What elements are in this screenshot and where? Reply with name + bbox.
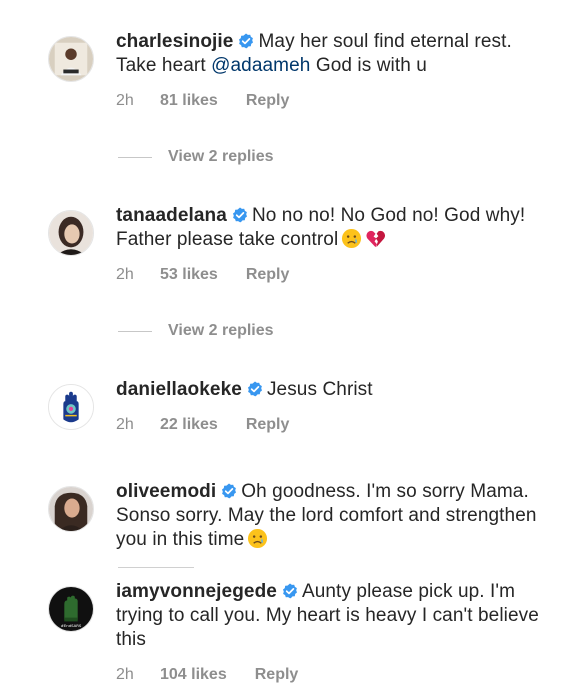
reply-button[interactable]: Reply [246,415,290,435]
avatar[interactable] [48,486,94,532]
verified-badge-icon [238,33,254,49]
comment-body-end: God is with u [310,55,427,76]
verified-badge-icon [247,381,263,397]
svg-text:#EndSARS: #EndSARS [61,623,82,628]
comment-meta: 2h 81 likes Reply [116,91,556,111]
crying-face-emoji-icon [247,528,268,549]
replies-divider [118,156,152,158]
likes-count[interactable]: 22 likes [160,415,218,435]
comment-text: charlesinojie May her soul find eternal r… [116,30,556,78]
timestamp: 2h [116,92,134,109]
view-replies-label: View 2 replies [168,148,274,165]
verified-badge-icon [221,483,237,499]
mention-link[interactable]: @adaameh [211,55,310,76]
verified-badge-icon [232,207,248,223]
username[interactable]: iamyvonnejegede [116,581,277,602]
replies-divider [118,330,152,332]
timestamp: 2h [116,416,134,433]
comment-text: daniellaokeke Jesus Christ [116,378,556,402]
avatar[interactable]: #EndSARS [48,586,94,632]
comment-meta: 2h 104 likes Reply [116,665,556,685]
timestamp: 2h [116,666,134,683]
avatar[interactable] [48,384,94,430]
username[interactable]: charlesinojie [116,31,233,52]
avatar[interactable] [48,36,94,82]
comment-body: Jesus Christ [266,379,373,400]
timestamp: 2h [116,266,134,283]
avatar[interactable] [48,210,94,256]
crying-face-emoji-icon [341,228,362,249]
likes-count[interactable]: 104 likes [160,665,227,685]
view-replies-label: View 2 replies [168,322,274,339]
view-replies-button[interactable]: View 2 replies [118,322,274,340]
comment-text: tanaadelana No no no! No God no! God why!… [116,204,556,252]
comment-text: iamyvonnejegede Aunty please pick up. I'm… [116,580,556,652]
reply-button[interactable]: Reply [255,665,299,685]
likes-count[interactable]: 81 likes [160,91,218,111]
likes-count[interactable]: 53 likes [160,265,218,285]
username[interactable]: oliveemodi [116,481,216,502]
verified-badge-icon [282,583,298,599]
separator-line [118,567,194,568]
comment-meta: 2h 53 likes Reply [116,265,556,285]
comment-meta: 2h 22 likes Reply [116,415,556,435]
username[interactable]: tanaadelana [116,205,227,226]
reply-button[interactable]: Reply [246,91,290,111]
comment-text: oliveemodi Oh goodness. I'm so sorry Mama… [116,480,556,552]
broken-heart-emoji-icon [365,228,386,249]
view-replies-button[interactable]: View 2 replies [118,148,274,166]
username[interactable]: daniellaokeke [116,379,242,400]
reply-button[interactable]: Reply [246,265,290,285]
